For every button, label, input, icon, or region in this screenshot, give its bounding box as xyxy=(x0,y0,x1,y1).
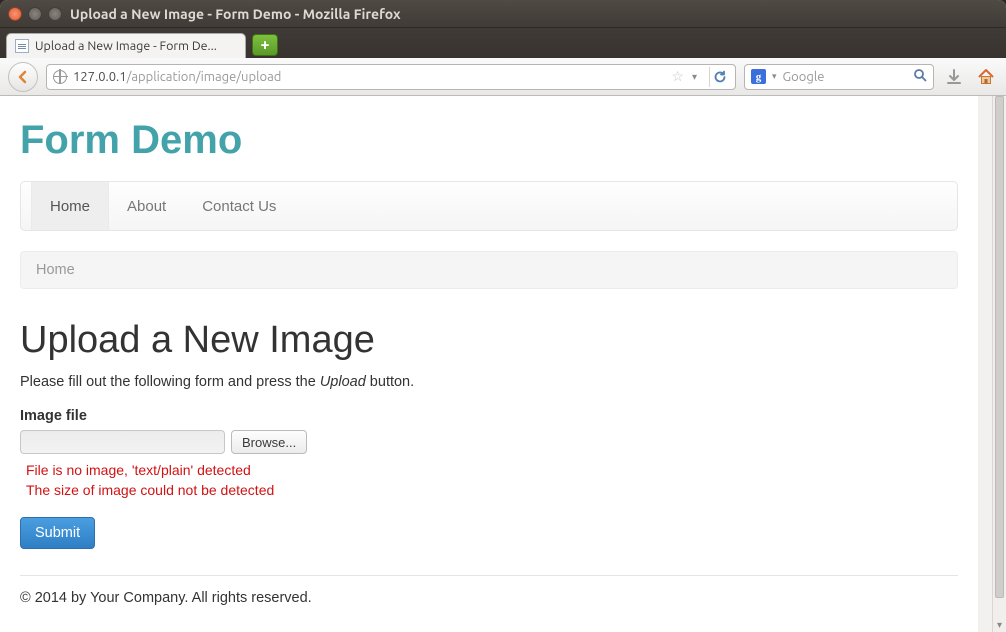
footer-text: © 2014 by Your Company. All rights reser… xyxy=(20,590,958,606)
back-button[interactable] xyxy=(8,62,38,92)
reload-button[interactable] xyxy=(709,67,729,87)
tab-strip: Upload a New Image - Form De... + xyxy=(0,28,1006,58)
browse-button[interactable]: Browse... xyxy=(231,430,307,454)
browser-window: Upload a New Image - Form Demo - Mozilla… xyxy=(0,0,1006,632)
new-tab-button[interactable]: + xyxy=(252,34,278,56)
window-titlebar: Upload a New Image - Form Demo - Mozilla… xyxy=(0,0,1006,28)
downloads-button[interactable] xyxy=(942,68,966,86)
url-bar[interactable]: 127.0.0.1/application/image/upload ☆ ▾ xyxy=(46,64,736,90)
page-lead: Please fill out the following form and p… xyxy=(20,374,958,390)
main-nav: Home About Contact Us xyxy=(20,181,958,231)
search-placeholder: Google xyxy=(783,70,907,84)
search-bar[interactable]: g ▾ Google xyxy=(744,64,934,90)
window-title: Upload a New Image - Form Demo - Mozilla… xyxy=(70,6,401,22)
vertical-scrollbar[interactable]: ▾ xyxy=(992,96,1006,632)
search-engine-dropdown[interactable]: ▾ xyxy=(772,71,777,82)
file-path-field[interactable] xyxy=(20,430,225,454)
nav-item-home[interactable]: Home xyxy=(31,182,109,230)
form-errors: File is no image, 'text/plain' detected … xyxy=(20,460,958,501)
nav-item-contact[interactable]: Contact Us xyxy=(184,182,294,230)
scroll-thumb[interactable] xyxy=(995,96,1004,598)
tab-label: Upload a New Image - Form De... xyxy=(35,39,217,53)
globe-icon xyxy=(53,70,67,84)
page-content: Form Demo Home About Contact Us Home Upl… xyxy=(0,96,978,632)
submit-button[interactable]: Submit xyxy=(20,517,95,549)
nav-item-about[interactable]: About xyxy=(109,182,184,230)
browser-toolbar: 127.0.0.1/application/image/upload ☆ ▾ g… xyxy=(0,58,1006,96)
page-favicon-icon xyxy=(15,39,29,53)
breadcrumb: Home xyxy=(20,251,958,289)
footer-separator xyxy=(20,575,958,576)
form-error: The size of image could not be detected xyxy=(26,480,958,500)
window-close-button[interactable] xyxy=(8,7,22,21)
scroll-down-button[interactable]: ▾ xyxy=(993,618,1006,632)
page-title: Upload a New Image xyxy=(20,319,958,362)
browser-tab[interactable]: Upload a New Image - Form De... xyxy=(6,33,246,58)
google-search-icon: g xyxy=(751,69,766,84)
search-submit-icon[interactable] xyxy=(913,68,927,85)
file-input-label: Image file xyxy=(20,408,958,424)
url-history-dropdown[interactable]: ▾ xyxy=(690,71,699,83)
bookmark-star-icon[interactable]: ☆ xyxy=(671,68,684,85)
url-text: 127.0.0.1/application/image/upload xyxy=(73,70,665,84)
home-button[interactable] xyxy=(974,67,998,87)
window-maximize-button[interactable] xyxy=(48,7,62,21)
site-brand[interactable]: Form Demo xyxy=(20,118,958,163)
window-minimize-button[interactable] xyxy=(28,7,42,21)
form-error: File is no image, 'text/plain' detected xyxy=(26,460,958,480)
breadcrumb-item[interactable]: Home xyxy=(36,262,75,278)
